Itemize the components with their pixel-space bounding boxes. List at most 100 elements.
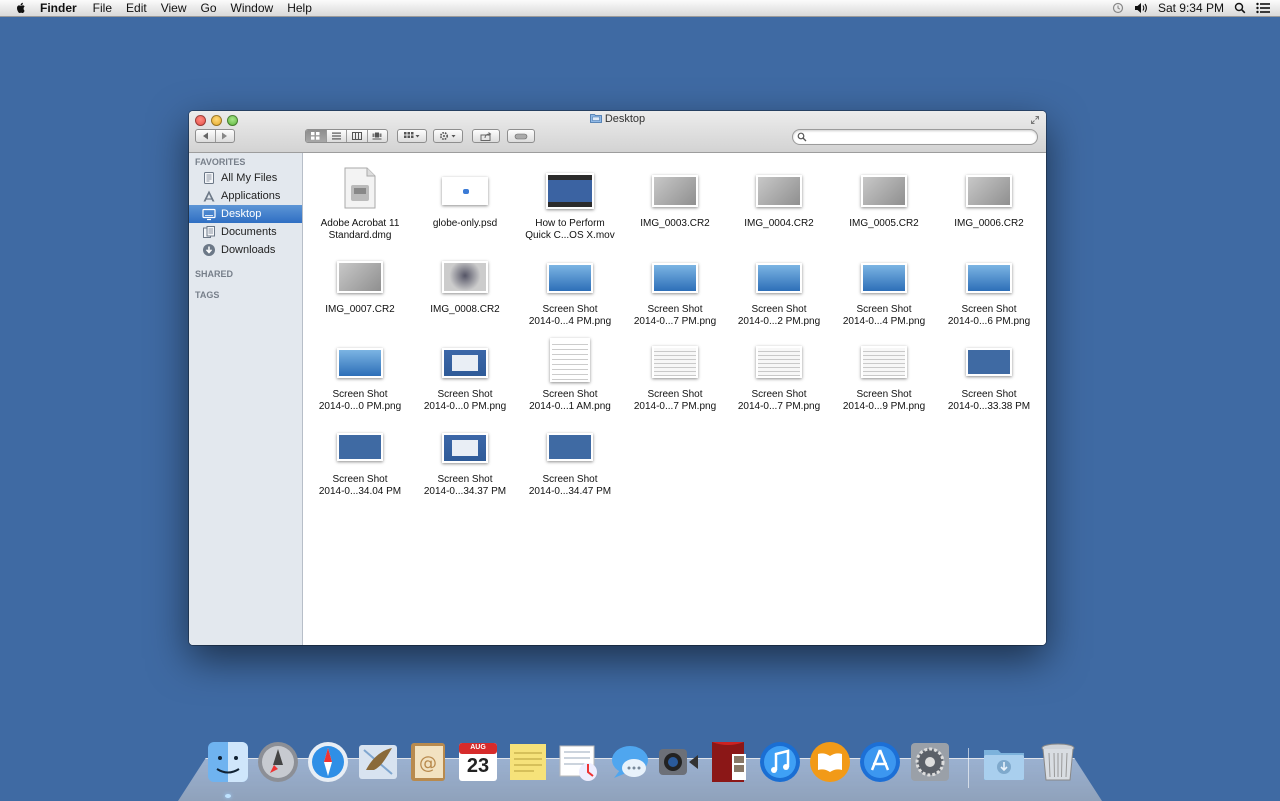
file-item[interactable]: Screen Shot 2014-0...34.37 PM — [413, 417, 517, 501]
notification-center-icon[interactable] — [1256, 2, 1270, 14]
window-toolbar[interactable]: Desktop — [189, 111, 1046, 153]
all-my-files-icon — [204, 172, 214, 184]
search-input[interactable] — [811, 131, 1031, 143]
forward-button[interactable] — [216, 130, 235, 142]
sidebar-item-all-my-files[interactable]: All My Files — [189, 169, 302, 187]
file-item[interactable]: Screen Shot 2014-0...33.38 PM — [937, 332, 1041, 416]
photo-thumb — [337, 261, 383, 293]
file-item[interactable]: Screen Shot 2014-0...34.04 PM — [308, 417, 412, 501]
movie-thumb — [546, 173, 594, 209]
dock-itunes-icon[interactable] — [758, 740, 802, 784]
file-item[interactable]: IMG_0008.CR2 — [413, 247, 517, 331]
back-forward-control[interactable] — [195, 129, 235, 143]
file-item[interactable]: Screen Shot 2014-0...0 PM.png — [413, 332, 517, 416]
file-item[interactable]: Screen Shot 2014-0...4 PM.png — [832, 247, 936, 331]
dock-reminders-icon[interactable] — [556, 740, 600, 784]
action-button[interactable] — [433, 129, 463, 143]
file-item[interactable]: IMG_0003.CR2 — [623, 161, 727, 245]
dock-notes-icon[interactable] — [506, 740, 550, 784]
file-item[interactable]: Screen Shot 2014-0...7 PM.png — [623, 332, 727, 416]
menu-extras: Sat 9:34 PM — [1102, 0, 1270, 16]
file-item[interactable]: IMG_0007.CR2 — [308, 247, 412, 331]
clock[interactable]: Sat 9:34 PM — [1158, 1, 1224, 15]
dock-facetime-icon[interactable] — [656, 740, 700, 784]
file-item[interactable]: Screen Shot 2014-0...2 PM.png — [727, 247, 831, 331]
dock-photo-booth-icon[interactable] — [706, 740, 750, 784]
file-name: Screen Shot 2014-0...4 PM.png — [528, 304, 612, 327]
sidebar-item-applications[interactable]: Applications — [189, 187, 302, 205]
sidebar-item-downloads[interactable]: Downloads — [189, 241, 302, 259]
file-item[interactable]: Screen Shot 2014-0...7 PM.png — [623, 247, 727, 331]
file-name: Screen Shot 2014-0...7 PM.png — [633, 304, 717, 327]
file-item[interactable]: Screen Shot 2014-0...4 PM.png — [518, 247, 622, 331]
fullscreen-icon[interactable] — [1030, 115, 1040, 125]
list-thumb — [652, 346, 698, 378]
menu-window[interactable]: Window — [231, 0, 274, 16]
dock-system-preferences-icon[interactable] — [908, 740, 952, 784]
list-view-button[interactable] — [327, 130, 347, 142]
spotlight-icon[interactable] — [1234, 2, 1246, 14]
icon-view-button[interactable] — [306, 130, 327, 142]
file-item[interactable]: Screen Shot 2014-0...1 AM.png — [518, 332, 622, 416]
dock-app-store-icon[interactable] — [858, 740, 902, 784]
dock-mail-icon[interactable] — [356, 740, 400, 784]
dock-finder-icon[interactable] — [206, 740, 250, 784]
file-item[interactable]: IMG_0006.CR2 — [937, 161, 1041, 245]
svg-text:@: @ — [419, 753, 437, 774]
arrange-button[interactable] — [397, 129, 427, 143]
column-view-button[interactable] — [347, 130, 368, 142]
file-item[interactable]: Screen Shot 2014-0...34.47 PM — [518, 417, 622, 501]
file-item[interactable]: Adobe Acrobat 11 Standard.dmg — [308, 161, 412, 245]
dock-launchpad-icon[interactable] — [256, 740, 300, 784]
sidebar: FAVORITES All My Files Applications Desk… — [189, 153, 303, 645]
dock-messages-icon[interactable] — [606, 740, 650, 784]
cover-flow-icon — [372, 132, 382, 140]
file-item[interactable]: Screen Shot 2014-0...9 PM.png — [832, 332, 936, 416]
file-name: IMG_0004.CR2 — [744, 218, 814, 229]
volume-icon[interactable] — [1134, 2, 1148, 14]
file-item[interactable]: How to Perform Quick C...OS X.mov — [518, 161, 622, 245]
file-item[interactable]: Screen Shot 2014-0...6 PM.png — [937, 247, 1041, 331]
view-switcher[interactable] — [305, 129, 388, 143]
file-icon-grid[interactable]: Adobe Acrobat 11 Standard.dmg globe-only.… — [303, 153, 1046, 645]
apple-menu-icon[interactable] — [14, 1, 28, 15]
menu-file[interactable]: File — [93, 0, 112, 16]
dock-calendar-icon[interactable]: AUG 23 — [456, 740, 500, 784]
share-button[interactable] — [472, 129, 500, 143]
dock-ibooks-icon[interactable] — [808, 740, 852, 784]
finder-window: Desktop FAVORITES All My Files Applicati… — [189, 111, 1046, 645]
sidebar-item-documents[interactable]: Documents — [189, 223, 302, 241]
cover-flow-button[interactable] — [368, 130, 388, 142]
file-item[interactable]: globe-only.psd — [413, 161, 517, 245]
desktop-thumb — [337, 433, 383, 461]
file-item[interactable]: Screen Shot 2014-0...0 PM.png — [308, 332, 412, 416]
back-button[interactable] — [196, 130, 216, 142]
sidebar-item-label: Downloads — [221, 244, 276, 256]
dock-safari-icon[interactable] — [306, 740, 350, 784]
file-name: Screen Shot 2014-0...0 PM.png — [318, 389, 402, 412]
desktop-icon — [202, 208, 216, 221]
file-name: Adobe Acrobat 11 Standard.dmg — [320, 218, 400, 241]
menu-help[interactable]: Help — [287, 0, 312, 16]
file-name: Screen Shot 2014-0...34.04 PM — [318, 474, 402, 497]
menu-edit[interactable]: Edit — [126, 0, 147, 16]
file-name: globe-only.psd — [432, 218, 498, 229]
dock-contacts-icon[interactable]: @ — [406, 740, 450, 784]
list-thumb — [756, 346, 802, 378]
file-item[interactable]: Screen Shot 2014-0...7 PM.png — [727, 332, 831, 416]
window-title: Desktop — [189, 113, 1046, 125]
menu-go[interactable]: Go — [201, 0, 217, 16]
file-item[interactable]: IMG_0004.CR2 — [727, 161, 831, 245]
dock-downloads-stack-icon[interactable] — [982, 740, 1026, 784]
menu-finder[interactable]: Finder — [40, 0, 77, 16]
search-field[interactable] — [792, 129, 1038, 145]
file-name: Screen Shot 2014-0...7 PM.png — [737, 389, 821, 412]
sidebar-item-desktop[interactable]: Desktop — [189, 205, 302, 223]
file-item[interactable]: IMG_0005.CR2 — [832, 161, 936, 245]
dock-trash-icon[interactable] — [1036, 740, 1080, 784]
photo-thumb — [966, 175, 1012, 207]
tags-button[interactable] — [507, 129, 535, 143]
desktop-thumb — [966, 348, 1012, 376]
menu-view[interactable]: View — [161, 0, 187, 16]
time-machine-icon[interactable] — [1112, 2, 1124, 14]
